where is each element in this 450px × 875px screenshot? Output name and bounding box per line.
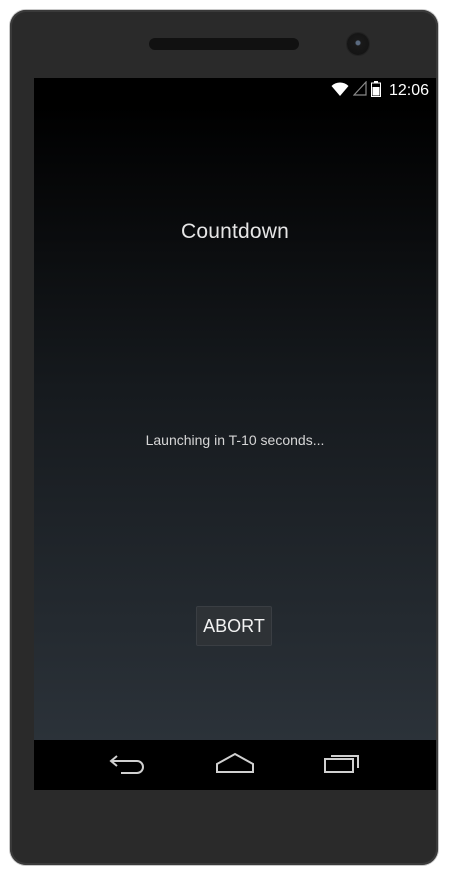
home-icon: [215, 752, 255, 779]
battery-icon: [370, 80, 381, 102]
front-camera-icon: [347, 33, 369, 55]
countdown-message: Launching in T-10 seconds...: [145, 432, 325, 448]
app-content: Countdown Launching in T-10 seconds... A…: [34, 104, 436, 740]
screen: 12:06 Countdown Launching in T-10 second…: [34, 78, 436, 790]
page-title: Countdown: [180, 220, 290, 243]
back-icon: [109, 752, 147, 779]
earpiece-speaker: [149, 38, 299, 50]
recent-apps-icon: [323, 752, 361, 779]
status-bar: 12:06: [34, 78, 436, 104]
navigation-bar: [34, 740, 436, 790]
wifi-icon: [331, 81, 349, 102]
home-button[interactable]: [205, 745, 265, 785]
abort-button[interactable]: ABORT: [196, 606, 272, 646]
status-clock: 12:06: [388, 82, 429, 99]
back-button[interactable]: [98, 745, 158, 785]
signal-icon: [352, 80, 367, 101]
recent-apps-button[interactable]: [312, 745, 372, 785]
phone-frame: 12:06 Countdown Launching in T-10 second…: [10, 10, 438, 865]
